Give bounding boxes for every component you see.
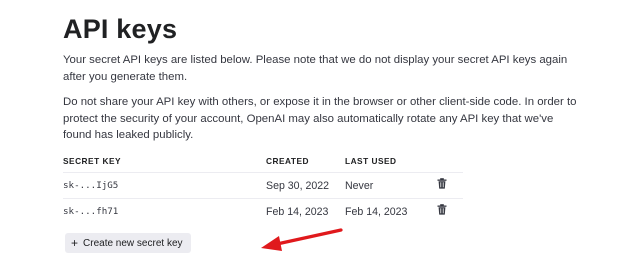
- last-used-cell: Feb 14, 2023: [345, 205, 408, 218]
- table-row: sk-...fh71 Feb 14, 2023 Feb 14, 2023: [63, 199, 463, 225]
- column-header-actions: [437, 150, 463, 173]
- trash-icon[interactable]: [437, 204, 449, 216]
- secret-key-cell: sk-...IjG5: [63, 172, 266, 199]
- secret-key-cell: sk-...fh71: [63, 206, 119, 217]
- page-title: API keys: [63, 14, 178, 44]
- red-arrow-annotation-icon: [261, 228, 343, 251]
- created-cell: Feb 14, 2023: [266, 205, 329, 218]
- last-used-cell: Never: [345, 172, 437, 199]
- create-button-label: Create new secret key: [83, 237, 183, 249]
- table-header-row: SECRET KEY CREATED LAST USED: [63, 150, 463, 173]
- actions-cell: [437, 172, 463, 199]
- column-header-secret-key: SECRET KEY: [63, 150, 266, 173]
- table-row: sk-...IjG5 Sep 30, 2022 Never: [63, 172, 463, 199]
- actions-cell: [437, 199, 463, 225]
- column-header-created: CREATED: [266, 150, 345, 173]
- description-paragraph-1: Your secret API keys are listed below. P…: [63, 54, 568, 83]
- api-keys-table: SECRET KEY CREATED LAST USED sk-...IjG5 …: [63, 150, 463, 224]
- create-new-secret-key-button[interactable]: + Create new secret key: [65, 233, 191, 253]
- plus-icon: +: [71, 236, 79, 250]
- column-header-last-used: LAST USED: [345, 150, 437, 173]
- description-paragraph-2: Do not share your API key with others, o…: [63, 96, 577, 142]
- created-cell: Sep 30, 2022: [266, 172, 345, 199]
- trash-icon[interactable]: [437, 178, 449, 190]
